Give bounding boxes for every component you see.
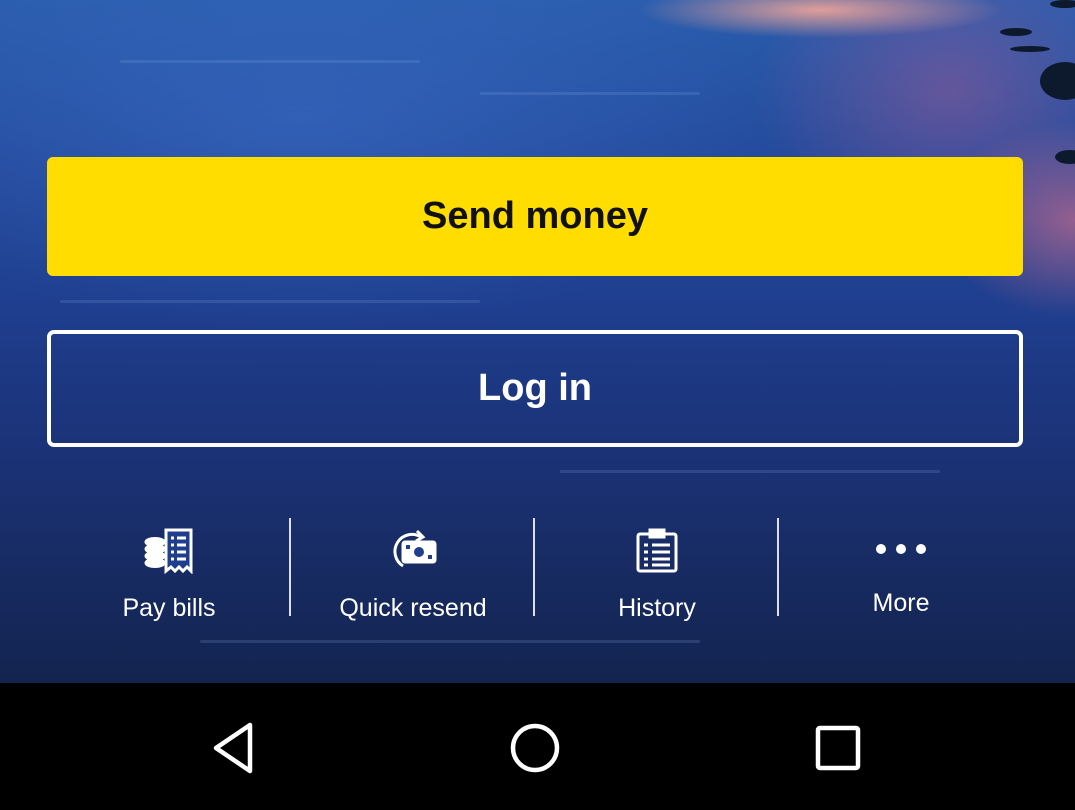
quick-actions-bar: Pay bills Quick resend History More	[47, 516, 1023, 622]
recents-square-icon[interactable]	[788, 703, 888, 793]
more-label: More	[872, 589, 930, 617]
log-in-button[interactable]: Log in	[47, 330, 1023, 447]
send-money-button[interactable]: Send money	[47, 157, 1023, 276]
home-circle-icon[interactable]	[485, 703, 585, 793]
quick-resend-icon	[387, 528, 439, 574]
quick-resend-action[interactable]: Quick resend	[291, 516, 535, 622]
log-in-label: Log in	[478, 367, 592, 409]
pay-bills-action[interactable]: Pay bills	[47, 516, 291, 622]
pay-bills-label: Pay bills	[122, 594, 216, 622]
history-icon	[631, 528, 683, 574]
background-photo: Send money Log in Pay bills Quick resend…	[0, 0, 1075, 683]
more-dots-icon	[875, 528, 927, 569]
back-triangle-icon[interactable]	[183, 703, 283, 793]
system-navigation-bar	[0, 683, 1075, 810]
quick-resend-label: Quick resend	[339, 594, 487, 622]
more-action[interactable]: More	[779, 516, 1023, 618]
history-action[interactable]: History	[535, 516, 779, 622]
pay-bills-icon	[143, 528, 195, 574]
send-money-label: Send money	[422, 195, 648, 237]
history-label: History	[618, 594, 696, 622]
